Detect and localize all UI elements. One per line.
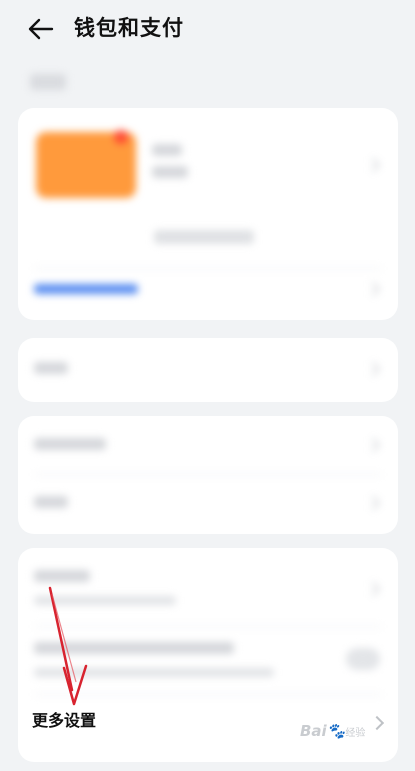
notification-dot [114,130,128,144]
payment-card-panel [18,108,398,320]
toggle-switch[interactable] [346,648,380,670]
blurred-row-label[interactable] [34,438,106,450]
chevron-right-icon [365,157,381,173]
divider [34,694,382,695]
blurred-row-label [34,642,234,654]
divider [34,268,382,269]
blurred-text [152,166,188,178]
blurred-button[interactable] [154,230,254,244]
more-settings-item[interactable]: 更多设置 [32,710,96,732]
settings-group-2 [18,416,398,534]
chevron-right-icon [365,581,381,597]
divider [34,474,382,475]
baidu-watermark: Bai🐾经验 [300,722,366,740]
blurred-row-label[interactable] [34,496,68,508]
blurred-row-subtitle [34,668,274,677]
divider [34,626,382,627]
chevron-right-icon [365,281,381,297]
blurred-link[interactable] [34,284,138,294]
blurred-text [152,144,182,156]
chevron-right-icon [369,715,385,731]
blurred-section-label [30,74,66,90]
blurred-row-subtitle [34,596,176,605]
blurred-row-label[interactable] [34,362,68,374]
page-title: 钱包和支付 [74,16,184,40]
chevron-right-icon [365,361,381,377]
blurred-row-label[interactable] [34,570,90,582]
chevron-right-icon [365,437,381,453]
chevron-right-icon [365,495,381,511]
settings-group-1 [18,338,398,402]
top-bar: 钱包和支付 [0,0,415,60]
back-arrow-icon[interactable] [24,12,58,46]
